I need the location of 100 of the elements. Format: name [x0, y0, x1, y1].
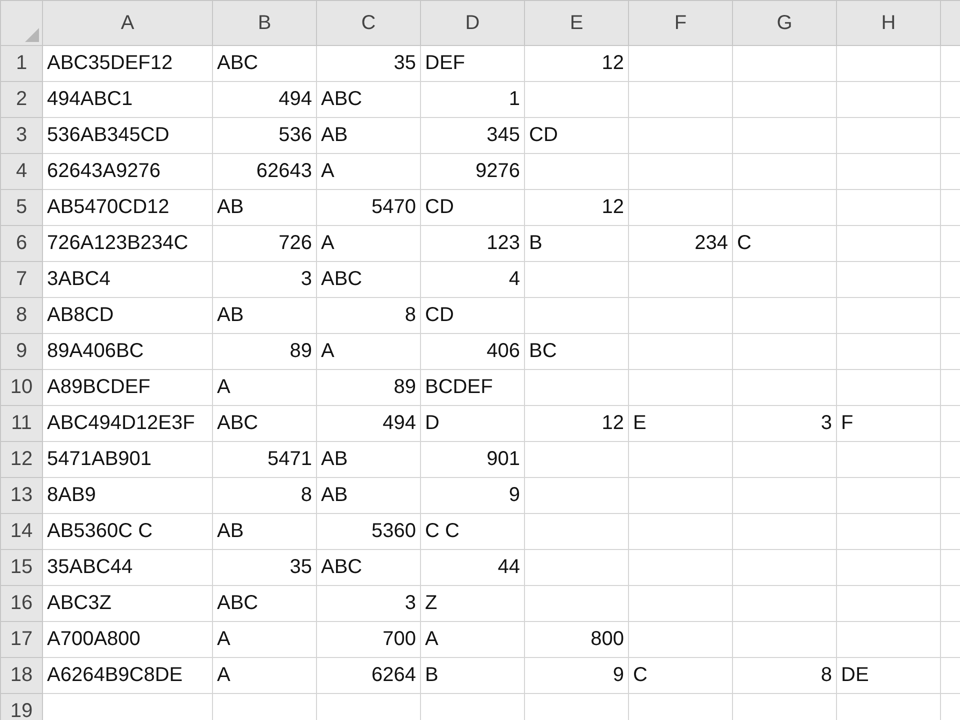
table-cell: 8	[212, 478, 316, 514]
table-cell: 726A123B234C	[42, 226, 212, 262]
column-header[interactable]: H	[836, 0, 940, 46]
row-header[interactable]: 4	[0, 154, 42, 190]
table-cell: 89A406BC	[42, 334, 212, 370]
table-cell: 35ABC44	[42, 550, 212, 586]
table-cell: B	[420, 658, 524, 694]
row-header[interactable]: 10	[0, 370, 42, 406]
column-header[interactable]: C	[316, 0, 420, 46]
table-cell: CD	[420, 298, 524, 334]
table-cell: AB5470CD12	[42, 190, 212, 226]
table-cell: 12	[524, 190, 628, 226]
row-header[interactable]: 13	[0, 478, 42, 514]
table-cell: 5471AB901	[42, 442, 212, 478]
table-cell: 12	[524, 46, 628, 82]
table-cell: 35	[212, 550, 316, 586]
table-cell: A700A800	[42, 622, 212, 658]
table-cell: BCDEF	[420, 370, 524, 406]
table-cell: AB	[316, 442, 420, 478]
table-cell: A	[316, 154, 420, 190]
table-cell: DEF	[420, 46, 524, 82]
column-header[interactable]: F	[628, 0, 732, 46]
table-cell: 6264	[316, 658, 420, 694]
table-cell: 4	[420, 262, 524, 298]
row-header[interactable]: 8	[0, 298, 42, 334]
table-cell: A6264B9C8DE	[42, 658, 212, 694]
column-header[interactable]: E	[524, 0, 628, 46]
table-cell: AB	[212, 190, 316, 226]
table-cell: CD	[524, 118, 628, 154]
table-cell: ABC	[316, 82, 420, 118]
row-header[interactable]: 14	[0, 514, 42, 550]
table-cell: 800	[524, 622, 628, 658]
table-cell: 35	[316, 46, 420, 82]
table-cell: ABC494D12E3F	[42, 406, 212, 442]
row-header[interactable]: 2	[0, 82, 42, 118]
table-cell: 8	[316, 298, 420, 334]
table-cell: A	[212, 658, 316, 694]
table-cell: 234	[628, 226, 732, 262]
table-cell: A	[212, 370, 316, 406]
table-cell: 726	[212, 226, 316, 262]
table-cell: 536AB345CD	[42, 118, 212, 154]
select-all-button[interactable]	[0, 0, 42, 46]
table-cell: AB5360C C	[42, 514, 212, 550]
corner-triangle-icon	[25, 28, 39, 42]
table-cell: 494	[316, 406, 420, 442]
column-header[interactable]: G	[732, 0, 836, 46]
row-header[interactable]: 18	[0, 658, 42, 694]
table-cell: 901	[420, 442, 524, 478]
column-header[interactable]: D	[420, 0, 524, 46]
table-cell: E	[628, 406, 732, 442]
row-header[interactable]: 1	[0, 46, 42, 82]
table-cell: 8	[732, 658, 836, 694]
table-cell: ABC	[316, 262, 420, 298]
row-header[interactable]: 5	[0, 190, 42, 226]
table-cell: A	[316, 334, 420, 370]
table-cell: C C	[420, 514, 524, 550]
table-cell: A	[420, 622, 524, 658]
table-cell: ABC3Z	[42, 586, 212, 622]
table-cell: 123	[420, 226, 524, 262]
table-cell: 9276	[420, 154, 524, 190]
table-cell: 62643	[212, 154, 316, 190]
row-header[interactable]: 6	[0, 226, 42, 262]
table-cell: 406	[420, 334, 524, 370]
column-header[interactable]: A	[42, 0, 212, 46]
table-cell: CD	[420, 190, 524, 226]
row-header[interactable]: 9	[0, 334, 42, 370]
table-cell: AB	[316, 118, 420, 154]
row-header[interactable]: 19	[0, 694, 42, 720]
table-cell: ABC	[212, 46, 316, 82]
table-cell: ABC	[212, 406, 316, 442]
column-header[interactable]: B	[212, 0, 316, 46]
table-cell: 5360	[316, 514, 420, 550]
row-header[interactable]: 12	[0, 442, 42, 478]
table-cell: 3ABC4	[42, 262, 212, 298]
table-cell: 12	[524, 406, 628, 442]
table-cell: 3	[316, 586, 420, 622]
table-cell: A89BCDEF	[42, 370, 212, 406]
table-cell: 89	[316, 370, 420, 406]
row-header[interactable]: 16	[0, 586, 42, 622]
table-cell: 536	[212, 118, 316, 154]
table-cell: Z	[420, 586, 524, 622]
table-cell: A	[316, 226, 420, 262]
row-header[interactable]: 11	[0, 406, 42, 442]
table-cell: AB	[316, 478, 420, 514]
table-cell: 494ABC1	[42, 82, 212, 118]
row-header[interactable]: 15	[0, 550, 42, 586]
row-header[interactable]: 17	[0, 622, 42, 658]
table-cell: 5471	[212, 442, 316, 478]
row-header[interactable]: 3	[0, 118, 42, 154]
row-header[interactable]: 7	[0, 262, 42, 298]
table-cell: 44	[420, 550, 524, 586]
table-cell: B	[524, 226, 628, 262]
table-cell: C	[628, 658, 732, 694]
table-cell: 9	[524, 658, 628, 694]
table-cell: A	[212, 622, 316, 658]
table-cell: AB	[212, 298, 316, 334]
table-cell: 700	[316, 622, 420, 658]
table-cell: 3	[212, 262, 316, 298]
table-cell: 9	[420, 478, 524, 514]
table-cell: 8AB9	[42, 478, 212, 514]
